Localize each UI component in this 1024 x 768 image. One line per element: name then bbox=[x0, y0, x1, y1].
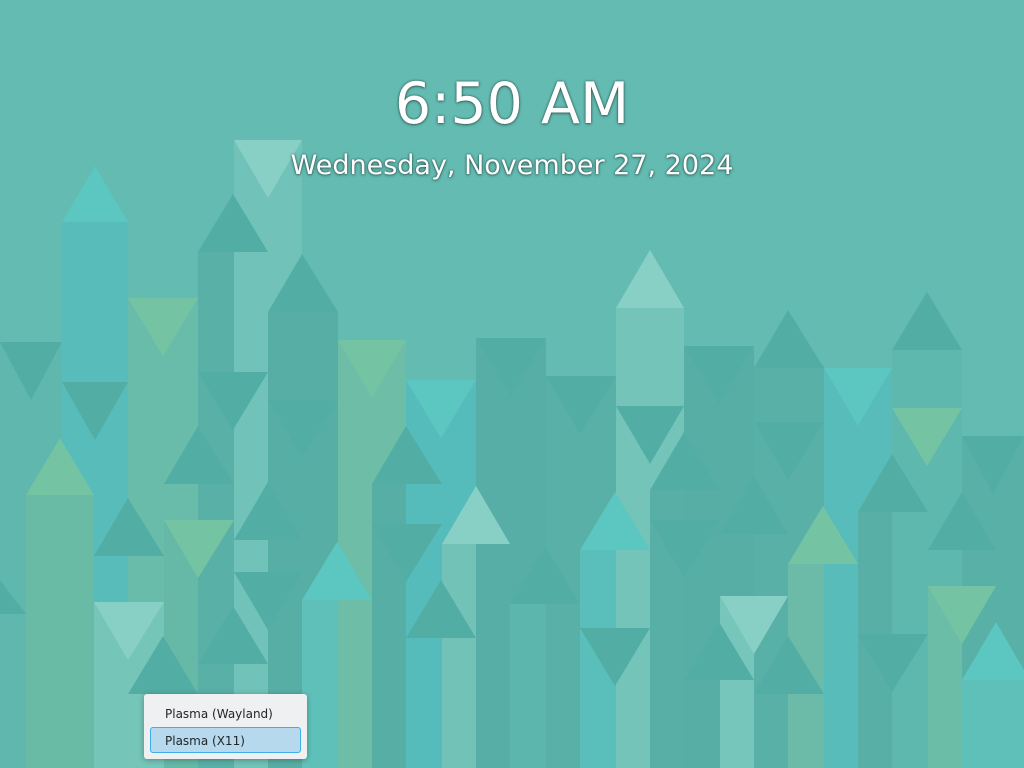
clock-date: Wednesday, November 27, 2024 bbox=[290, 150, 734, 181]
session-menu: Plasma (Wayland) Plasma (X11) bbox=[144, 694, 307, 759]
session-option-plasma-x11[interactable]: Plasma (X11) bbox=[150, 727, 301, 753]
session-option-plasma-wayland[interactable]: Plasma (Wayland) bbox=[150, 700, 301, 726]
clock-time: 6:50 AM bbox=[394, 71, 630, 137]
lock-screen: 6:50 AM Wednesday, November 27, 2024 Pla… bbox=[0, 0, 1024, 768]
